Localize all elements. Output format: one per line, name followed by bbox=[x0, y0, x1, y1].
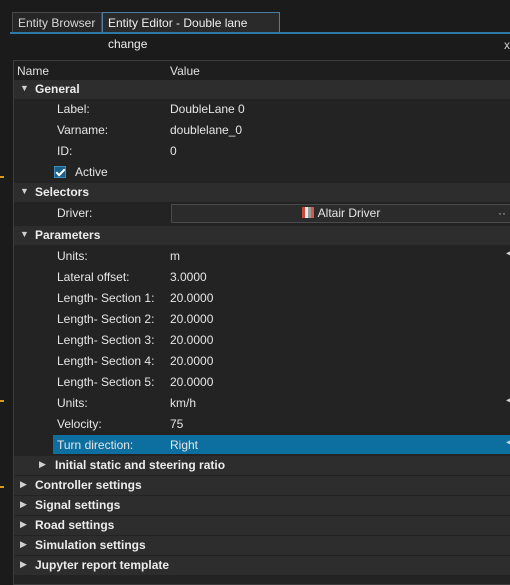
section-signal-settings[interactable]: ▶ Signal settings bbox=[14, 496, 510, 515]
property-value[interactable]: 20.0000 bbox=[170, 375, 213, 389]
property-row-velocity[interactable]: Velocity: 75 bbox=[14, 414, 510, 435]
property-value[interactable]: doublelane_0 bbox=[170, 123, 242, 137]
property-row-turn-direction[interactable]: Turn direction: Right ◂ bbox=[14, 435, 510, 456]
property-value[interactable]: 20.0000 bbox=[170, 312, 213, 326]
checkbox-label: Active bbox=[75, 165, 108, 179]
property-value[interactable]: 75 bbox=[170, 417, 183, 431]
property-row-length-section-3[interactable]: Length- Section 3: 20.0000 bbox=[14, 330, 510, 351]
pin-icon[interactable]: x bbox=[504, 38, 510, 52]
driver-value: Altair Driver bbox=[317, 206, 381, 220]
property-value[interactable]: Right bbox=[170, 438, 198, 452]
property-value[interactable]: 20.0000 bbox=[170, 333, 213, 347]
property-value[interactable]: 3.0000 bbox=[170, 270, 207, 284]
property-name: Turn direction: bbox=[57, 438, 134, 452]
section-simulation-settings[interactable]: ▶ Simulation settings bbox=[14, 536, 510, 555]
property-name: Length- Section 3: bbox=[57, 333, 155, 347]
property-value[interactable]: m bbox=[170, 249, 180, 263]
property-name: Lateral offset: bbox=[57, 270, 130, 284]
edge-marker bbox=[0, 486, 4, 488]
property-name: Units: bbox=[57, 396, 88, 410]
section-title: Jupyter report template bbox=[35, 558, 170, 572]
expand-arrow-icon[interactable]: ▼ bbox=[20, 229, 29, 239]
property-row-varname[interactable]: Varname: doublelane_0 bbox=[14, 120, 510, 141]
property-name: Driver: bbox=[57, 206, 93, 220]
section-title: General bbox=[35, 82, 80, 96]
dropdown-arrow-icon[interactable]: ◂ bbox=[506, 248, 510, 259]
section-parameters[interactable]: ▼ Parameters bbox=[14, 226, 510, 245]
section-title: Road settings bbox=[35, 518, 115, 532]
tab-entity-editor[interactable]: Entity Editor - Double lane change bbox=[102, 12, 280, 51]
property-row-active[interactable]: Active bbox=[14, 162, 510, 183]
property-value: 0 bbox=[170, 144, 177, 158]
expand-arrow-icon[interactable]: ▼ bbox=[20, 83, 29, 93]
edge-marker bbox=[0, 176, 4, 178]
property-row-length-section-5[interactable]: Length- Section 5: 20.0000 bbox=[14, 372, 510, 393]
expand-arrow-icon[interactable]: ▶ bbox=[39, 459, 46, 470]
driver-selector-button[interactable]: Altair Driver ·· bbox=[171, 204, 510, 223]
tab-entity-browser[interactable]: Entity Browser bbox=[12, 12, 102, 33]
property-row-velocity-units[interactable]: Units: km/h ◂ bbox=[14, 393, 510, 414]
property-name: Length- Section 5: bbox=[57, 375, 155, 389]
section-road-settings[interactable]: ▶ Road settings bbox=[14, 516, 510, 535]
section-title: Controller settings bbox=[35, 478, 142, 492]
tab-bar: Entity Browser Entity Editor - Double la… bbox=[0, 0, 510, 51]
property-row-lateral-offset[interactable]: Lateral offset: 3.0000 bbox=[14, 267, 510, 288]
subsection-initial-static[interactable]: ▶ Initial static and steering ratio bbox=[14, 456, 510, 475]
section-title: Initial static and steering ratio bbox=[55, 458, 226, 472]
property-name: Varname: bbox=[57, 123, 109, 137]
property-name: Length- Section 4: bbox=[57, 354, 155, 368]
property-value[interactable]: 20.0000 bbox=[170, 354, 213, 368]
section-title: Parameters bbox=[35, 228, 101, 242]
tab-underline bbox=[10, 32, 510, 34]
altair-driver-icon bbox=[301, 207, 314, 218]
property-grid: Name Value ▼ General Label: DoubleLane 0… bbox=[13, 60, 510, 585]
property-row-units[interactable]: Units: m ◂ bbox=[14, 246, 510, 267]
expand-arrow-icon[interactable]: ▶ bbox=[20, 499, 27, 510]
property-row-driver[interactable]: Driver: Altair Driver ·· bbox=[14, 203, 510, 224]
section-title: Signal settings bbox=[35, 498, 121, 512]
property-name: Units: bbox=[57, 249, 88, 263]
property-name: Length- Section 1: bbox=[57, 291, 155, 305]
property-row-id[interactable]: ID: 0 bbox=[14, 141, 510, 162]
property-name: Label: bbox=[57, 102, 90, 116]
edge-marker bbox=[0, 400, 4, 402]
section-jupyter-report-template[interactable]: ▶ Jupyter report template bbox=[14, 556, 510, 575]
property-row-length-section-2[interactable]: Length- Section 2: 20.0000 bbox=[14, 309, 510, 330]
expand-arrow-icon[interactable]: ▼ bbox=[20, 186, 29, 196]
section-controller-settings[interactable]: ▶ Controller settings bbox=[14, 476, 510, 495]
property-name: ID: bbox=[57, 144, 73, 158]
active-checkbox[interactable] bbox=[54, 166, 66, 178]
dropdown-arrow-icon[interactable]: ◂ bbox=[506, 395, 510, 406]
column-name-header: Name bbox=[17, 64, 50, 78]
expand-arrow-icon[interactable]: ▶ bbox=[20, 539, 27, 550]
section-general[interactable]: ▼ General bbox=[14, 80, 510, 99]
expand-arrow-icon[interactable]: ▶ bbox=[20, 519, 27, 530]
grid-header: Name Value bbox=[14, 61, 510, 81]
expand-arrow-icon[interactable]: ▶ bbox=[20, 479, 27, 490]
property-row-label[interactable]: Label: DoubleLane 0 bbox=[14, 99, 510, 120]
section-selectors[interactable]: ▼ Selectors bbox=[14, 183, 510, 202]
property-row-length-section-4[interactable]: Length- Section 4: 20.0000 bbox=[14, 351, 510, 372]
property-row-length-section-1[interactable]: Length- Section 1: 20.0000 bbox=[14, 288, 510, 309]
more-options-icon[interactable]: ·· bbox=[498, 205, 506, 222]
property-value[interactable]: 20.0000 bbox=[170, 291, 213, 305]
expand-arrow-icon[interactable]: ▶ bbox=[20, 559, 27, 570]
property-value[interactable]: km/h bbox=[170, 396, 196, 410]
property-name: Velocity: bbox=[57, 417, 102, 431]
section-title: Simulation settings bbox=[35, 538, 146, 552]
column-value-header: Value bbox=[170, 64, 200, 78]
property-value[interactable]: DoubleLane 0 bbox=[170, 102, 245, 116]
dropdown-arrow-icon[interactable]: ◂ bbox=[506, 437, 510, 448]
section-title: Selectors bbox=[35, 185, 90, 199]
property-name: Length- Section 2: bbox=[57, 312, 155, 326]
